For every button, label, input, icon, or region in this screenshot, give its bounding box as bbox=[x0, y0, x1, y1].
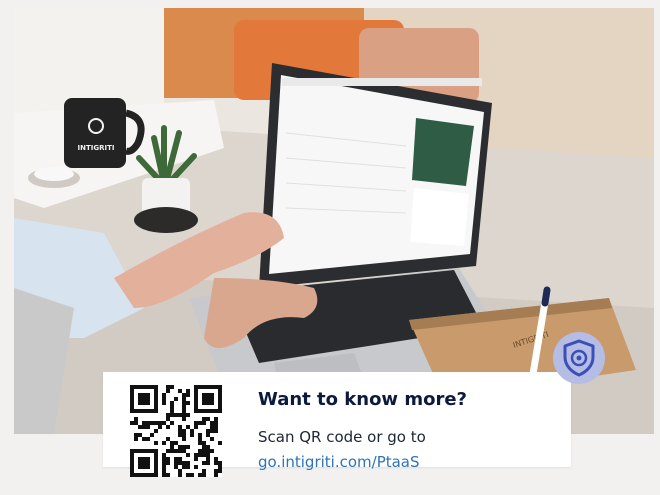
badge bbox=[553, 332, 605, 384]
promo-link[interactable]: go.intigriti.com/PtaaS bbox=[258, 453, 420, 471]
subline: Scan QR code or go to bbox=[258, 428, 426, 446]
shield-icon bbox=[563, 339, 595, 377]
mug-brand-text: INTIGRITI bbox=[78, 144, 115, 152]
qr-code[interactable] bbox=[130, 385, 222, 477]
headline: Want to know more? bbox=[258, 389, 467, 410]
